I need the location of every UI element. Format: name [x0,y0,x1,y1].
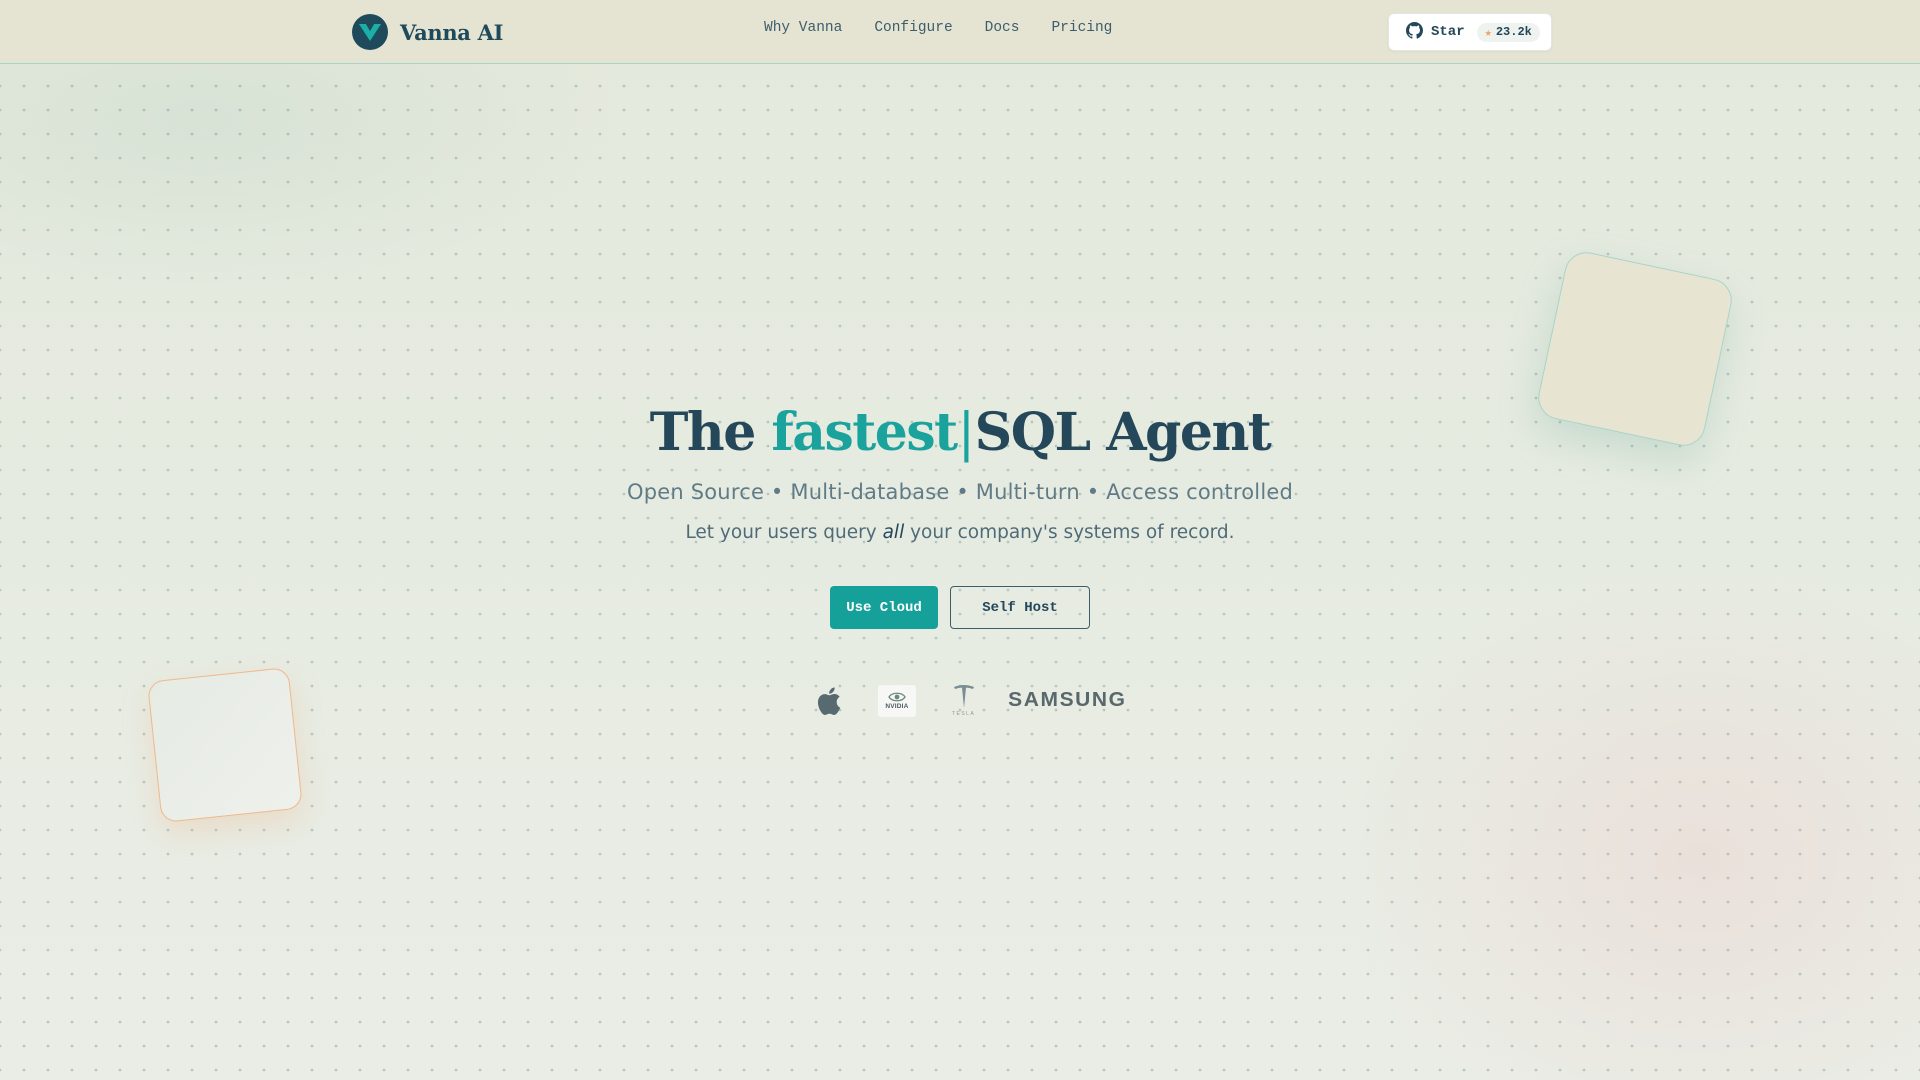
brand-name: Vanna AI [400,19,504,45]
hero-subtitle: Open Source • Multi-database • Multi-tur… [626,480,1294,504]
hero-section: The fastest|SQL Agent Open Source • Mult… [0,398,1920,543]
dot-grid-background [0,64,1920,1080]
brand[interactable]: Vanna AI [352,14,503,50]
nav-why-vanna[interactable]: Why Vanna [764,20,842,36]
nav-docs[interactable]: Docs [985,20,1020,36]
nav-configure[interactable]: Configure [874,20,952,36]
github-star-button[interactable]: Star ★ 23.2k [1388,13,1552,51]
github-star-label: Star [1431,24,1465,40]
main-nav: Why Vanna Configure Docs Pricing [764,20,1112,36]
customer-logos: NVIDIA TESLA SAMSUNG [0,684,1920,717]
tesla-wordmark: TESLA [951,711,976,717]
tesla-logo: TESLA [952,684,975,717]
site-header: Vanna AI Why Vanna Configure Docs Pricin… [0,0,1920,64]
hero-title: The fastest|SQL Agent [0,398,1920,468]
hero-title-pre: The [649,402,757,463]
self-host-button[interactable]: Self Host [950,586,1090,629]
nvidia-eye-icon [888,692,906,702]
star-count-value: 23.2k [1495,25,1532,39]
hero-tagline: Let your users query all your company's … [0,522,1920,543]
tesla-t-icon [953,685,974,708]
github-icon [1406,21,1423,43]
hero-title-post: SQL Agent [974,402,1272,463]
typing-caret: | [957,403,976,463]
nvidia-wordmark: NVIDIA [885,703,909,710]
hero-actions: Use Cloud Self Host [830,586,1090,629]
apple-logo-icon [814,685,842,717]
nvidia-logo: NVIDIA [877,684,916,717]
tagline-emphasis: all [882,522,905,543]
samsung-wordmark: SAMSUNG [1008,689,1127,711]
tagline-pre: Let your users query [685,522,877,543]
nav-pricing[interactable]: Pricing [1051,20,1112,36]
hero-title-accent: fastest [771,402,958,463]
vanna-logo-icon [352,14,388,50]
samsung-logo: SAMSUNG [1008,689,1127,712]
tagline-post: your company's systems of record. [910,522,1235,543]
use-cloud-button[interactable]: Use Cloud [830,586,938,629]
star-icon: ★ [1484,25,1492,40]
github-star-count: ★ 23.2k [1476,22,1540,42]
